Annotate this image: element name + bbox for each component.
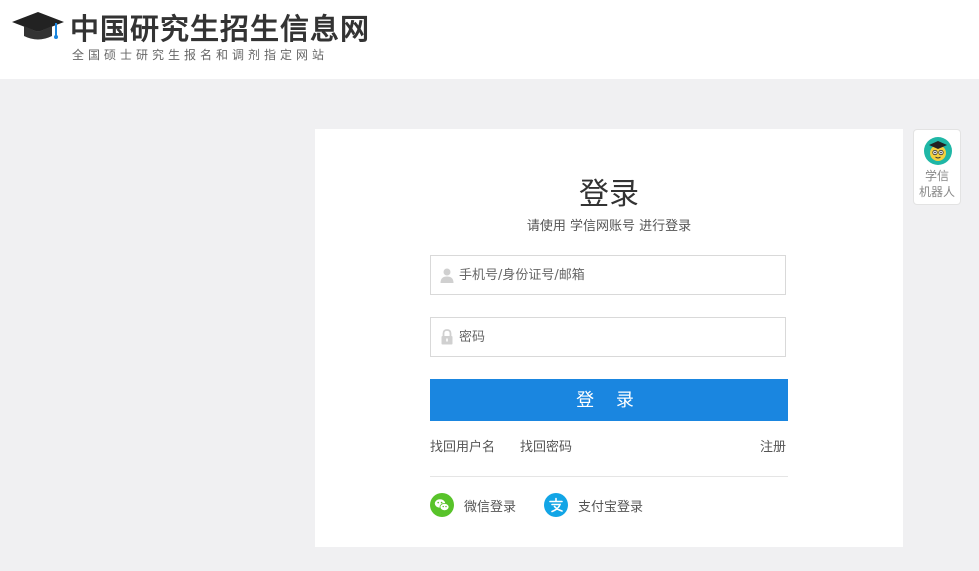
find-username-link[interactable]: 找回用户名 (430, 436, 495, 455)
site-header: 中国研究生招生信息网 全国硕士研究生报名和调剂指定网站 (0, 0, 979, 79)
username-input[interactable] (459, 256, 779, 294)
graduation-cap-icon (12, 12, 64, 40)
wechat-login-button[interactable]: 微信登录 (430, 493, 525, 517)
alipay-login-label: 支付宝登录 (578, 500, 644, 515)
robot-label-line1: 学信 (924, 169, 949, 183)
find-password-link[interactable]: 找回密码 (520, 436, 572, 455)
wechat-login-label: 微信登录 (464, 500, 517, 515)
robot-label: 学信 机器人 (914, 168, 960, 200)
chat-robot-button[interactable]: 学信 机器人 (913, 129, 961, 205)
login-subtitle: 请使用 学信网账号 进行登录 (526, 219, 692, 234)
password-field[interactable] (430, 317, 786, 357)
site-title[interactable]: 中国研究生招生信息网 (70, 6, 370, 48)
user-icon (440, 268, 454, 283)
login-title: 登录 (579, 177, 639, 212)
wechat-icon (430, 493, 454, 517)
alipay-icon (544, 493, 568, 517)
site-subtitle: 全国硕士研究生报名和调剂指定网站 (72, 48, 329, 62)
username-field[interactable] (430, 255, 786, 295)
lock-icon (441, 329, 453, 345)
login-card: 登录 请使用 学信网账号 进行登录 登 录 找回用户名 找回密码 注册 微信 (315, 129, 903, 547)
robot-avatar-icon (924, 137, 952, 165)
password-input[interactable] (459, 318, 779, 356)
robot-label-line2: 机器人 (918, 185, 955, 199)
alipay-login-button[interactable]: 支付宝登录 (544, 493, 654, 517)
register-link[interactable]: 注册 (760, 436, 786, 455)
divider (430, 476, 788, 477)
login-button[interactable]: 登 录 (430, 379, 788, 421)
